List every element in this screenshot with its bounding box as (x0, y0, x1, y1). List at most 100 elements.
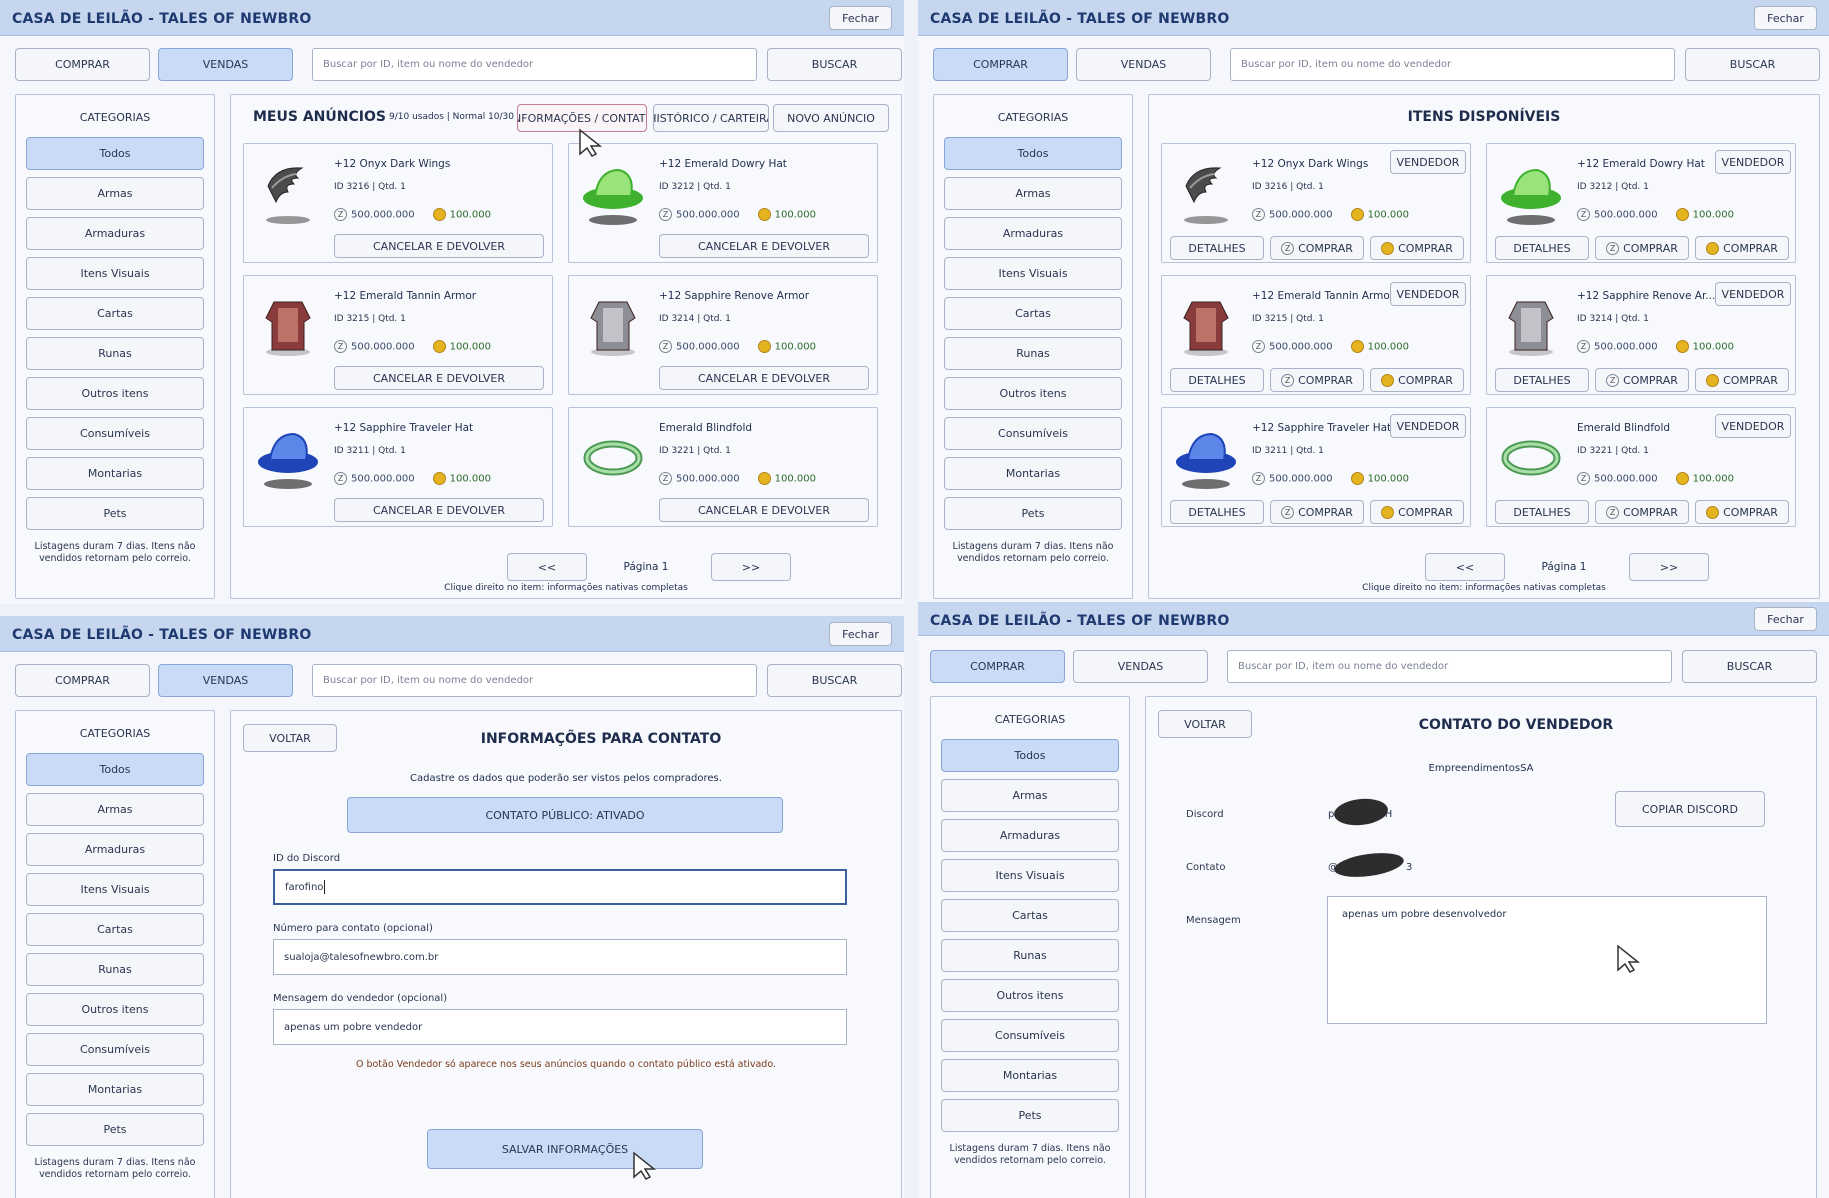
category-runas[interactable]: Runas (941, 939, 1119, 972)
category-todos[interactable]: Todos (26, 753, 204, 786)
seller-button[interactable]: VENDEDOR (1390, 282, 1466, 306)
category-itens-visuais[interactable]: Itens Visuais (941, 859, 1119, 892)
category-armas[interactable]: Armas (941, 779, 1119, 812)
category-outros-itens[interactable]: Outros itens (941, 979, 1119, 1012)
buy-zeny-button[interactable]: Z COMPRAR (1595, 368, 1689, 392)
search-input[interactable]: Buscar por ID, item ou nome do vendedor (1230, 48, 1675, 81)
public-contact-toggle[interactable]: CONTATO PÚBLICO: ATIVADO (347, 797, 783, 833)
search-button[interactable]: BUSCAR (767, 664, 902, 697)
details-button[interactable]: DETALHES (1495, 236, 1589, 260)
search-button[interactable]: BUSCAR (1685, 48, 1820, 81)
back-button[interactable]: VOLTAR (243, 724, 337, 752)
close-button[interactable]: Fechar (829, 622, 892, 646)
seller-button[interactable]: VENDEDOR (1715, 414, 1791, 438)
prev-page-button[interactable]: << (507, 553, 587, 581)
search-button[interactable]: BUSCAR (767, 48, 902, 81)
buy-zeny-button[interactable]: Z COMPRAR (1270, 500, 1364, 524)
category-pets[interactable]: Pets (944, 497, 1122, 530)
cancel-return-button[interactable]: CANCELAR E DEVOLVER (659, 498, 869, 522)
copy-discord-button[interactable]: COPIAR DISCORD (1615, 791, 1765, 827)
search-button[interactable]: BUSCAR (1682, 650, 1817, 683)
details-button[interactable]: DETALHES (1170, 500, 1264, 524)
tab-new-listing[interactable]: NOVO ANÚNCIO (773, 104, 889, 132)
buy-zeny-button[interactable]: Z COMPRAR (1270, 236, 1364, 260)
category-montarias[interactable]: Montarias (26, 1073, 204, 1106)
buy-gold-button[interactable]: COMPRAR (1370, 500, 1464, 524)
tab-sell[interactable]: VENDAS (158, 48, 293, 81)
category-runas[interactable]: Runas (26, 337, 204, 370)
category-armaduras[interactable]: Armaduras (26, 833, 204, 866)
category-outros-itens[interactable]: Outros itens (26, 377, 204, 410)
close-button[interactable]: Fechar (1754, 607, 1817, 631)
details-button[interactable]: DETALHES (1495, 368, 1589, 392)
buy-gold-button[interactable]: COMPRAR (1695, 236, 1789, 260)
category-runas[interactable]: Runas (26, 953, 204, 986)
category-cartas[interactable]: Cartas (941, 899, 1119, 932)
save-info-button[interactable]: SALVAR INFORMAÇÕES (427, 1129, 703, 1169)
category-pets[interactable]: Pets (26, 1113, 204, 1146)
tab-buy[interactable]: COMPRAR (15, 664, 150, 697)
category-itens-visuais[interactable]: Itens Visuais (26, 257, 204, 290)
search-input[interactable]: Buscar por ID, item ou nome do vendedor (1227, 650, 1672, 683)
cancel-return-button[interactable]: CANCELAR E DEVOLVER (659, 366, 869, 390)
details-button[interactable]: DETALHES (1495, 500, 1589, 524)
category-consum-veis[interactable]: Consumíveis (941, 1019, 1119, 1052)
tab-buy[interactable]: COMPRAR (933, 48, 1068, 81)
close-button[interactable]: Fechar (1754, 6, 1817, 30)
buy-zeny-button[interactable]: Z COMPRAR (1595, 500, 1689, 524)
tab-history-wallet[interactable]: HISTÓRICO / CARTEIRA (653, 104, 769, 132)
details-button[interactable]: DETALHES (1170, 368, 1264, 392)
seller-button[interactable]: VENDEDOR (1390, 150, 1466, 174)
tab-buy[interactable]: COMPRAR (930, 650, 1065, 683)
category-todos[interactable]: Todos (26, 137, 204, 170)
buy-zeny-button[interactable]: Z COMPRAR (1270, 368, 1364, 392)
category-consum-veis[interactable]: Consumíveis (26, 417, 204, 450)
cancel-return-button[interactable]: CANCELAR E DEVOLVER (659, 234, 869, 258)
search-input[interactable]: Buscar por ID, item ou nome do vendedor (312, 48, 757, 81)
discord-input[interactable]: farofino (273, 869, 847, 905)
message-input[interactable]: apenas um pobre vendedor (273, 1009, 847, 1045)
category-armaduras[interactable]: Armaduras (944, 217, 1122, 250)
next-page-button[interactable]: >> (1629, 553, 1709, 581)
tab-sell[interactable]: VENDAS (1073, 650, 1208, 683)
category-armas[interactable]: Armas (26, 177, 204, 210)
category-armas[interactable]: Armas (26, 793, 204, 826)
category-itens-visuais[interactable]: Itens Visuais (26, 873, 204, 906)
cancel-return-button[interactable]: CANCELAR E DEVOLVER (334, 498, 544, 522)
category-armas[interactable]: Armas (944, 177, 1122, 210)
prev-page-button[interactable]: << (1425, 553, 1505, 581)
category-todos[interactable]: Todos (941, 739, 1119, 772)
category-montarias[interactable]: Montarias (26, 457, 204, 490)
search-input[interactable]: Buscar por ID, item ou nome do vendedor (312, 664, 757, 697)
category-armaduras[interactable]: Armaduras (941, 819, 1119, 852)
buy-gold-button[interactable]: COMPRAR (1695, 368, 1789, 392)
seller-button[interactable]: VENDEDOR (1715, 150, 1791, 174)
buy-zeny-button[interactable]: Z COMPRAR (1595, 236, 1689, 260)
cancel-return-button[interactable]: CANCELAR E DEVOLVER (334, 234, 544, 258)
category-montarias[interactable]: Montarias (941, 1059, 1119, 1092)
tab-buy[interactable]: COMPRAR (15, 48, 150, 81)
category-cartas[interactable]: Cartas (944, 297, 1122, 330)
seller-button[interactable]: VENDEDOR (1715, 282, 1791, 306)
phone-input[interactable]: sualoja@talesofnewbro.com.br (273, 939, 847, 975)
tab-sell[interactable]: VENDAS (158, 664, 293, 697)
category-itens-visuais[interactable]: Itens Visuais (944, 257, 1122, 290)
category-runas[interactable]: Runas (944, 337, 1122, 370)
category-cartas[interactable]: Cartas (26, 913, 204, 946)
seller-button[interactable]: VENDEDOR (1390, 414, 1466, 438)
cancel-return-button[interactable]: CANCELAR E DEVOLVER (334, 366, 544, 390)
back-button[interactable]: VOLTAR (1158, 710, 1252, 738)
category-armaduras[interactable]: Armaduras (26, 217, 204, 250)
category-pets[interactable]: Pets (26, 497, 204, 530)
category-consum-veis[interactable]: Consumíveis (944, 417, 1122, 450)
category-montarias[interactable]: Montarias (944, 457, 1122, 490)
category-todos[interactable]: Todos (944, 137, 1122, 170)
category-outros-itens[interactable]: Outros itens (26, 993, 204, 1026)
category-pets[interactable]: Pets (941, 1099, 1119, 1132)
category-outros-itens[interactable]: Outros itens (944, 377, 1122, 410)
tab-sell[interactable]: VENDAS (1076, 48, 1211, 81)
buy-gold-button[interactable]: COMPRAR (1695, 500, 1789, 524)
details-button[interactable]: DETALHES (1170, 236, 1264, 260)
category-consum-veis[interactable]: Consumíveis (26, 1033, 204, 1066)
buy-gold-button[interactable]: COMPRAR (1370, 368, 1464, 392)
